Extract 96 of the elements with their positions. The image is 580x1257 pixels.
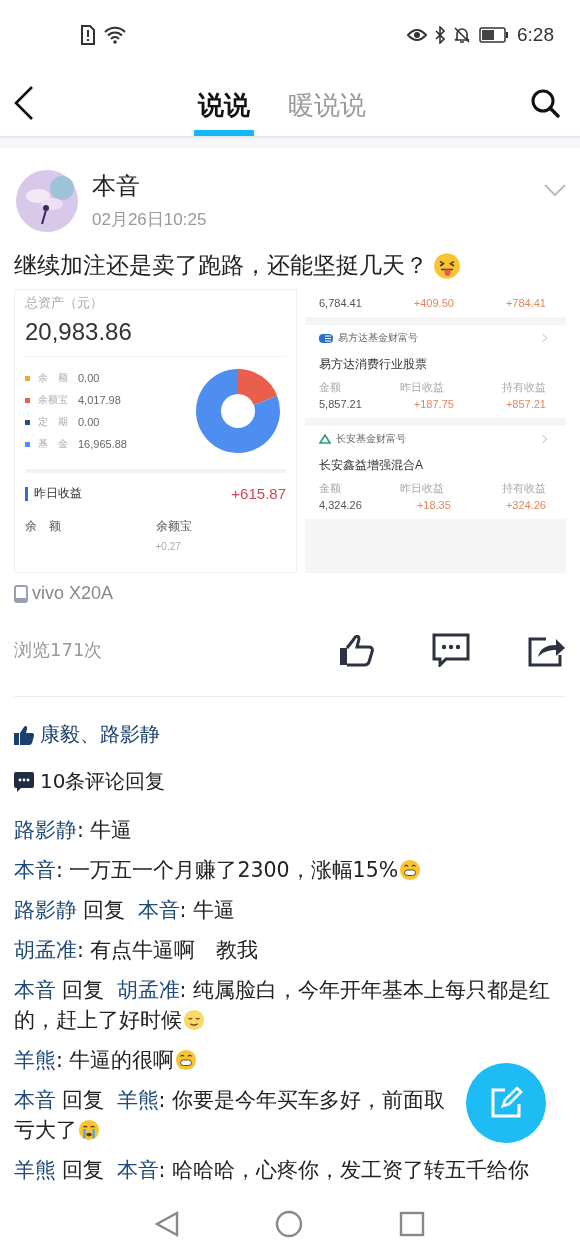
user-link[interactable]: 路影静: [14, 818, 77, 842]
yesterday-earnings: +615.87: [231, 485, 286, 502]
total-assets: 20,983.86: [25, 318, 286, 357]
avatar[interactable]: [16, 170, 78, 232]
comment-icon: [14, 771, 34, 792]
comment: 路影静 回复 本音: 牛逼: [14, 897, 236, 924]
account-label: 余 额: [25, 518, 62, 535]
comment: 胡孟准: 有点牛逼啊 教我: [14, 937, 260, 964]
reply-word: 回复: [62, 1158, 104, 1182]
account-label: 余额宝: [155, 518, 193, 535]
comment: 本音 回复 羊熊: 你要是今年买车多好，前面取: [14, 1087, 445, 1114]
thumbs-up-icon[interactable]: [338, 633, 374, 667]
fund-label: 昨日收益: [399, 481, 444, 496]
provider-logo-icon: [319, 333, 333, 343]
bluetooth-icon: [435, 26, 445, 44]
grin-face-icon: [399, 859, 422, 881]
fund-value: 4,324.26: [319, 499, 362, 511]
yesterday-label: 昨日收益: [34, 485, 83, 502]
chevron-down-icon[interactable]: [544, 184, 566, 196]
reply-word: 回复: [62, 1088, 104, 1112]
author-name[interactable]: 本音: [92, 170, 530, 202]
view-count: 浏览171次: [14, 638, 104, 662]
grin-face-icon: [175, 1049, 198, 1071]
user-link[interactable]: 本音: [14, 1088, 56, 1112]
fund-name: 易方达消费行业股票: [319, 356, 428, 373]
fund-label: 持有收益: [502, 481, 546, 496]
fund-value: +784.41: [505, 297, 546, 309]
comment: 本音 回复 胡孟准: 纯属脸白，今年开年基本上每只都是红的，赶上了好时候: [14, 977, 551, 1034]
account-earnings: +0.27: [155, 541, 182, 552]
fund-value: +324.26: [505, 499, 546, 511]
thumbs-up-icon: [14, 724, 34, 745]
screenshot-panel[interactable]: 总资产（元） 20,983.86 余 额 0.00 余额宝 4,017.98 定 期 0.00 基 金 16,965.88 昨日收益 +615.87 余 额 余额宝 +0.27: [14, 289, 297, 573]
clock-time: 6:28: [517, 24, 554, 46]
post-text: 继续加注还是卖了跑路，还能坚挺几天？: [14, 251, 428, 280]
comment-icon[interactable]: [432, 633, 470, 667]
liked-by[interactable]: 康毅、路影静: [40, 721, 160, 748]
comment: 本音: 一万五一个月赚了2300，涨幅15%: [14, 855, 566, 885]
comment: 路影静: 牛逼: [14, 817, 134, 844]
legend-label: 余 额: [38, 371, 69, 385]
fund-label: 持有收益: [502, 380, 546, 395]
reply-word: 回复: [83, 898, 125, 922]
comment: 羊熊: 牛逼的很啊: [14, 1045, 566, 1075]
wifi-icon: [104, 26, 126, 44]
fund-value: +409.50: [413, 297, 454, 309]
triangle-logo-icon: [319, 434, 331, 444]
search-icon[interactable]: [530, 88, 560, 118]
tongue-face-icon: [433, 251, 461, 280]
user-link[interactable]: 路影静: [14, 898, 77, 922]
comment: 羊熊 回复 本音: 哈哈哈，心疼你，发工资了转五千给你: [14, 1157, 530, 1184]
comment-continuation: 亏大了: [14, 1115, 100, 1145]
fund-value: +187.75: [413, 398, 454, 410]
back-nav-icon[interactable]: [155, 1211, 179, 1237]
provider-name: 长安基金财富号: [336, 432, 407, 446]
battery-icon: [479, 27, 509, 43]
user-link[interactable]: 羊熊: [116, 1088, 159, 1112]
legend-label: 余额宝: [38, 393, 69, 407]
legend-amount: 4,017.98: [78, 394, 121, 406]
user-link[interactable]: 胡孟准: [14, 938, 77, 962]
cry-face-icon: [78, 1119, 100, 1141]
fund-value: 6,784.41: [319, 297, 362, 309]
back-icon[interactable]: [14, 85, 34, 121]
legend-amount: 0.00: [78, 372, 100, 384]
post-date: 02月26日10:25: [92, 209, 208, 231]
eye-icon: [407, 28, 427, 42]
reply-word: 回复: [62, 978, 104, 1002]
fund-label: 金额: [319, 380, 341, 395]
provider-name: 易方达基金财富号: [338, 331, 419, 345]
user-link[interactable]: 本音: [137, 898, 180, 922]
legend-amount: 16,965.88: [78, 438, 127, 450]
edit-icon: [489, 1086, 523, 1120]
fund-label: 昨日收益: [399, 380, 444, 395]
device-name: vivo X20A: [32, 583, 114, 604]
comment-count: 10条评论回复: [40, 768, 166, 795]
smile-face-icon: [183, 1009, 205, 1031]
legend-label: 定 期: [38, 415, 69, 429]
assets-label: 总资产（元）: [25, 294, 104, 312]
muted-bell-icon: [453, 26, 471, 44]
phone-icon: [14, 584, 28, 603]
user-link[interactable]: 本音: [14, 978, 56, 1002]
fund-value: +18.35: [416, 499, 451, 511]
fund-value: 5,857.21: [319, 398, 362, 410]
fund-value: +857.21: [505, 398, 546, 410]
home-nav-icon[interactable]: [275, 1210, 303, 1238]
user-link[interactable]: 羊熊: [14, 1158, 56, 1182]
accent-bar: [25, 486, 28, 501]
sim-alert-icon: [80, 25, 96, 45]
legend-label: 基 金: [38, 437, 69, 451]
recents-nav-icon[interactable]: [399, 1211, 425, 1237]
legend-amount: 0.00: [78, 416, 100, 428]
user-link[interactable]: 羊熊: [14, 1048, 56, 1072]
fund-label: 金额: [319, 481, 341, 496]
user-link[interactable]: 本音: [14, 858, 56, 882]
tab[interactable]: 说说: [194, 70, 254, 136]
user-link[interactable]: 胡孟准: [116, 978, 180, 1002]
user-link[interactable]: 本音: [116, 1158, 159, 1182]
fund-name: 长安鑫益增强混合A: [319, 457, 424, 474]
